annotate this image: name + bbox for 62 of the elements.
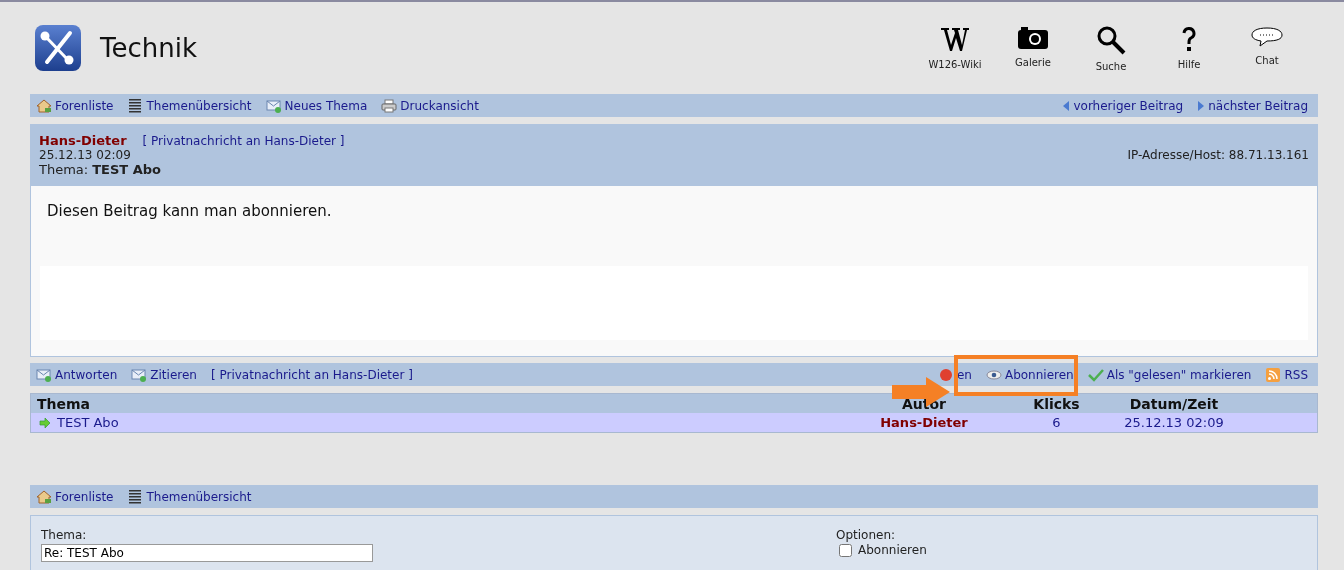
toolbar-link[interactable]: nächster Beitrag [1197,98,1308,113]
toolbar-link[interactable]: Zitieren [131,367,197,382]
right-triangle-icon [1197,99,1206,112]
topic-title: TEST Abo [92,162,161,177]
nav-link[interactable]: Suche [1072,24,1150,72]
table-cell-text: 6 [1051,415,1062,430]
options-label: Optionen: [836,528,896,542]
toolbar-link[interactable]: RSS [1265,367,1308,382]
search-icon [1096,24,1126,55]
toolbar-link[interactable]: Druckansicht [381,98,479,113]
question-mark-icon [1181,24,1197,53]
speech-bubble-icon [1251,24,1283,49]
arrow-icon [39,417,51,428]
author-name: Hans-Dieter [39,133,127,148]
house-icon [36,98,52,113]
toolbar-link[interactable]: Themenübersicht [127,489,252,504]
topic-label: Thema: [39,162,89,177]
tools-logo [34,24,82,72]
column-header: Klicks [1032,395,1081,412]
nav-link[interactable]: W126-Wiki [916,24,994,72]
envelope-icon [265,98,282,113]
topic-field[interactable]: Re: TEST Abo [41,544,373,562]
toolbar-link[interactable]: Antworten [36,367,118,382]
toolbar-link[interactable]: vorheriger Beitrag [1062,98,1184,113]
stop-icon [937,367,954,382]
printer-icon [381,98,398,113]
nav-link[interactable]: Galerie [994,24,1072,72]
check-icon [1087,367,1104,382]
private-message-link[interactable]: [ Privatnachricht an Hans-Dieter ] [142,134,345,148]
topic-link[interactable]: TEST Abo [37,415,849,430]
checkbox-label: Abonnieren [858,542,927,557]
camera-icon [1017,24,1049,51]
house-icon [36,489,52,504]
toolbar-link[interactable]: Neues Thema [265,98,368,113]
envelope-icon [36,367,52,382]
ip-address: IP-Adresse/Host: 88.71.13.161 [1127,148,1309,162]
table-cell-text: 25.12.13 02:09 [1123,415,1225,430]
column-header: Thema [37,395,92,412]
eye-icon [985,367,1002,382]
nav-link[interactable]: Hilfe [1150,24,1228,72]
forum-title: Technik [100,33,197,63]
toolbar-link[interactable]: Themenübersicht [127,98,252,113]
rss-icon [1265,367,1282,382]
field-label: Thema: [41,528,87,542]
toolbar-link[interactable]: Forenliste [36,489,114,504]
left-triangle-icon [1062,99,1071,112]
list-icon [127,489,144,504]
annotation-arrow [892,377,950,407]
toolbar-link[interactable]: Abonnieren [985,367,1074,382]
toolbar-link[interactable]: Forenliste [36,98,114,113]
toolbar-link[interactable]: [ Privatnachricht an Hans-Dieter ] [210,367,413,382]
thread-row[interactable]: TEST Abo Hans-Dieter 6 25.12.13 02:09 [31,413,1317,432]
post-date: 25.12.13 02:09 [39,148,131,162]
envelope-icon [131,367,148,382]
nav-link[interactable]: Chat [1228,24,1306,72]
list-icon [127,98,144,113]
checkbox[interactable] [839,544,852,557]
table-cell-text: Hans-Dieter [879,415,969,430]
column-header: Datum/Zeit [1128,395,1220,412]
toolbar-link[interactable]: Als "gelesen" markieren [1087,367,1252,382]
post-text: Diesen Beitrag kann man abonnieren. [47,202,333,220]
toolbar-link[interactable]: en [937,367,972,382]
